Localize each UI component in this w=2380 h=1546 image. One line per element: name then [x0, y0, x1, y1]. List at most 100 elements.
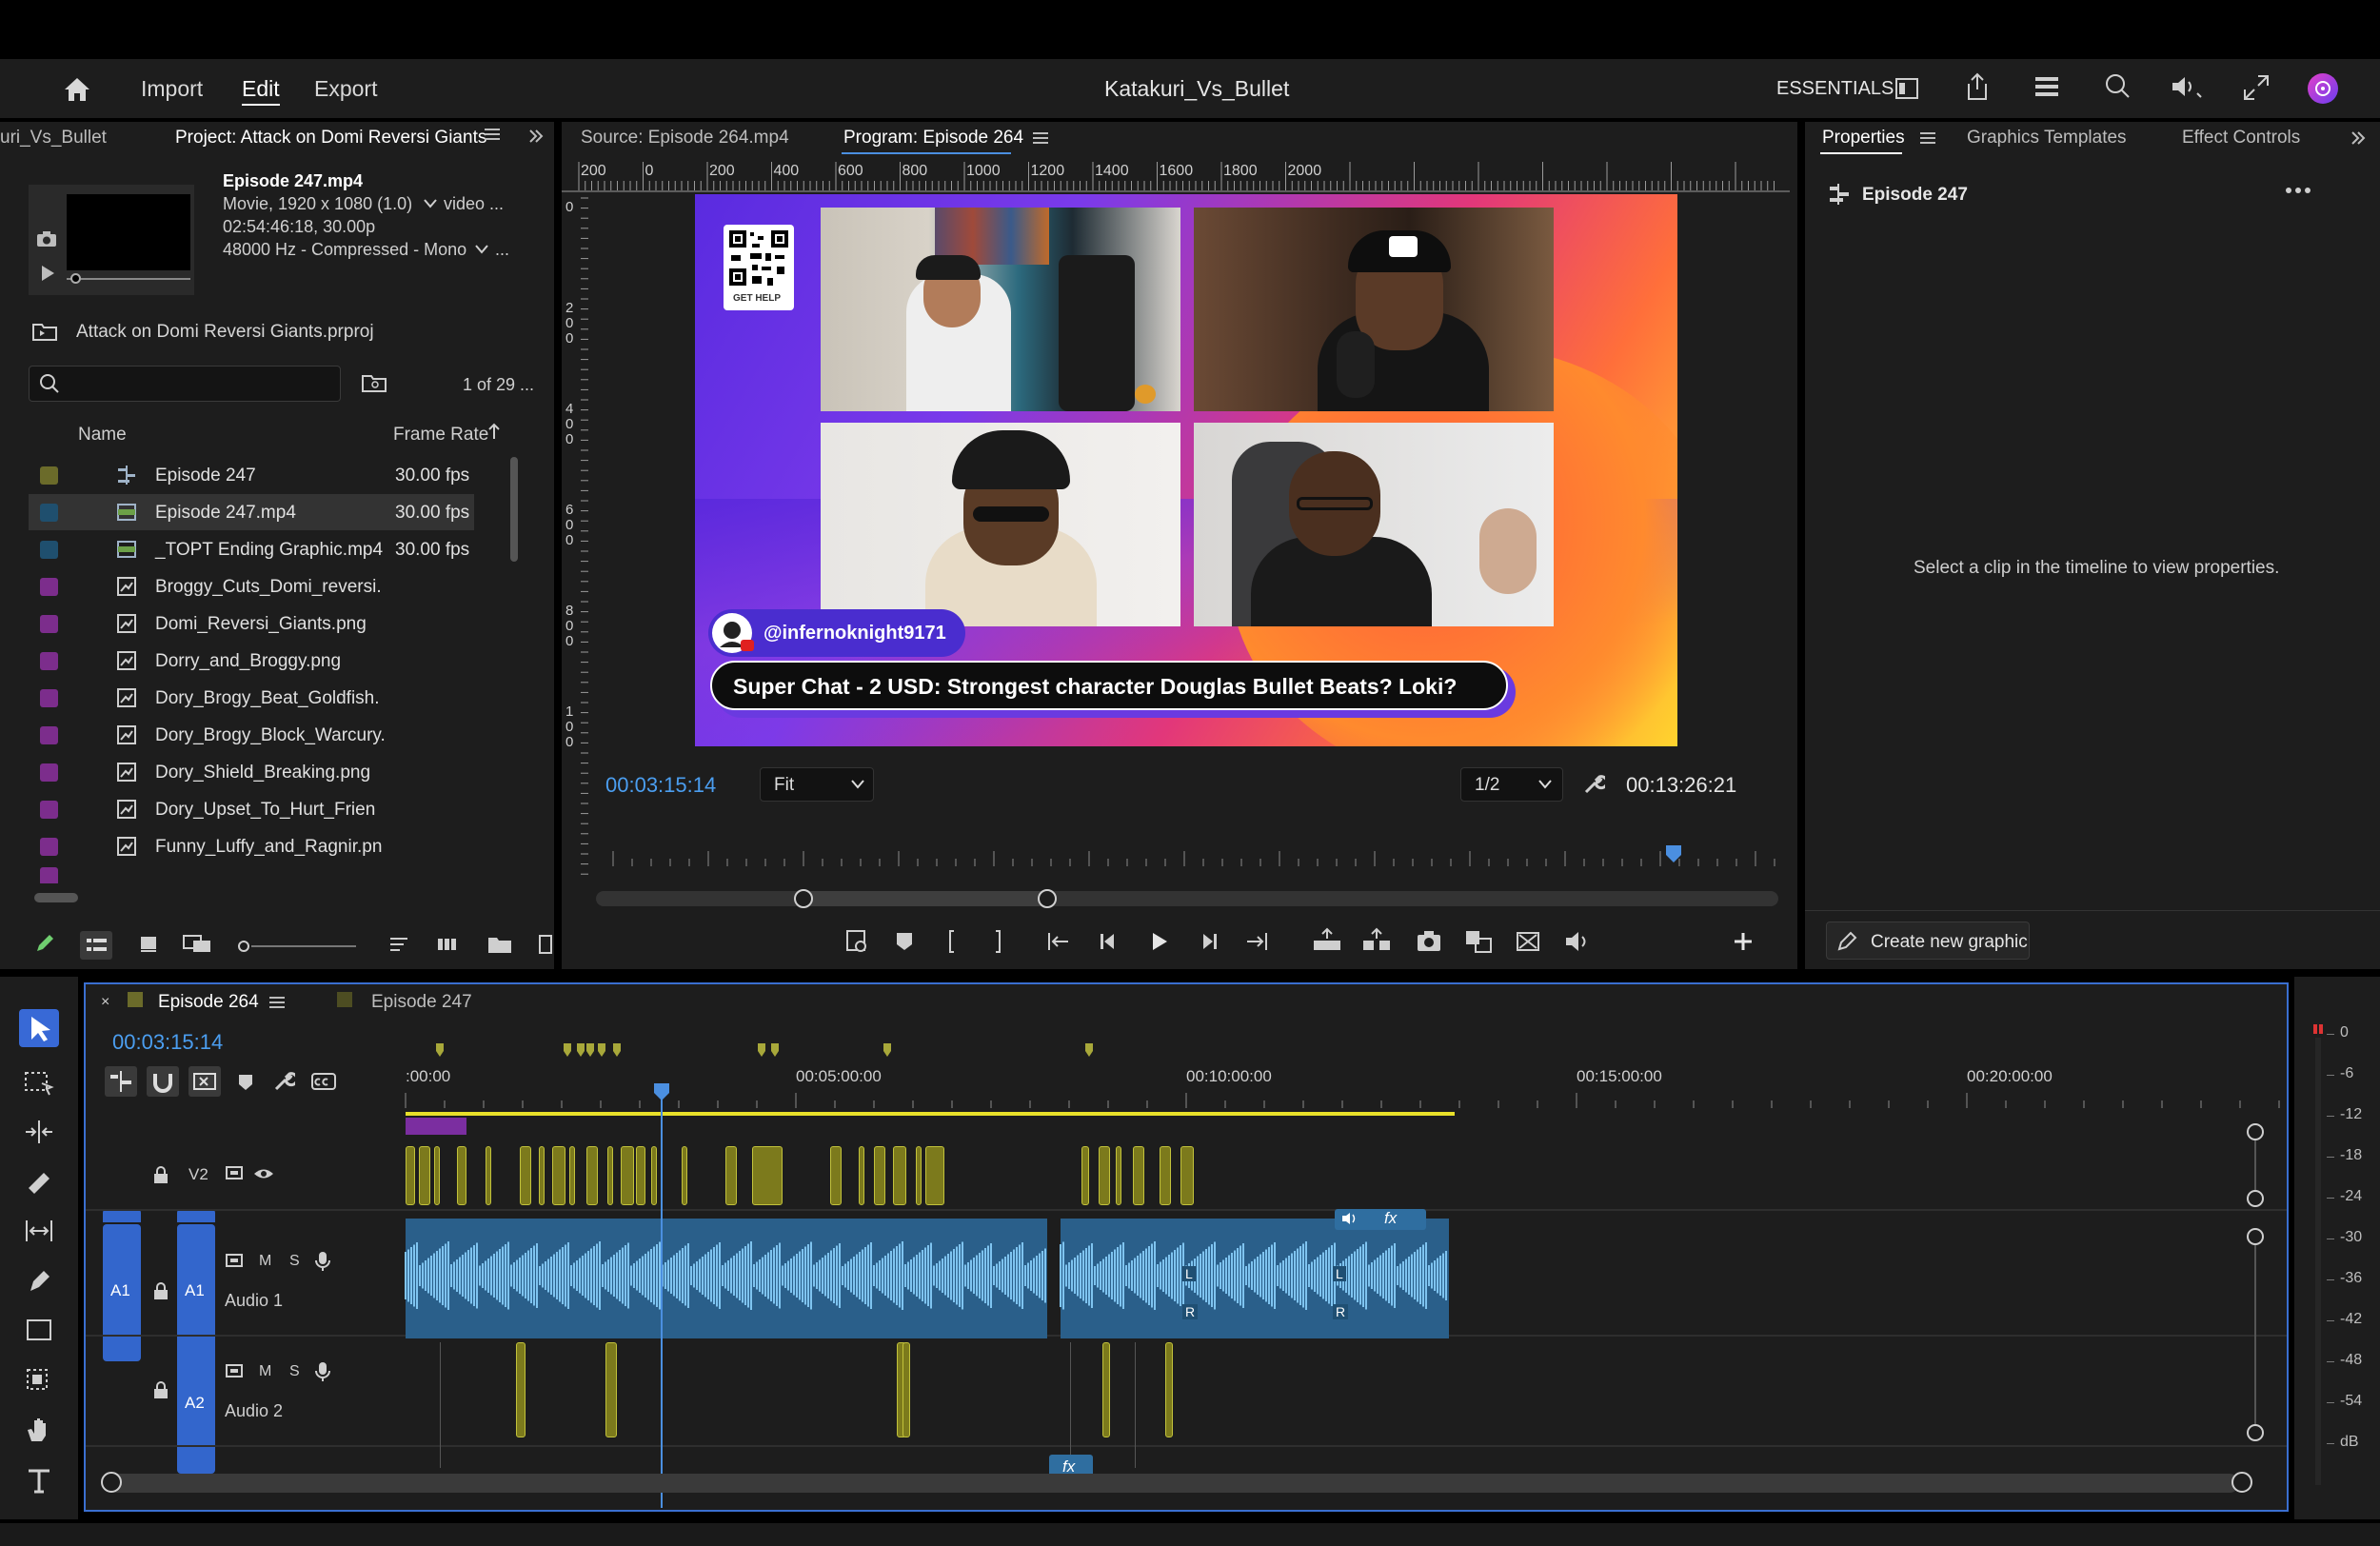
track-select-tool-icon[interactable] — [23, 1068, 55, 1097]
project-item-row[interactable]: Dory_Upset_To_Hurt_Frien — [29, 791, 474, 827]
label-color-swatch[interactable] — [40, 689, 58, 707]
video-clip[interactable] — [486, 1146, 491, 1205]
import-tab[interactable]: Import — [141, 76, 203, 102]
playhead-marker[interactable] — [1666, 845, 1681, 862]
tab-graphics-templates[interactable]: Graphics Templates — [1967, 128, 2127, 149]
automate-to-sequence-icon[interactable] — [436, 935, 461, 954]
project-item-row[interactable]: Episode 247 30.00 fps — [29, 457, 474, 493]
project-item-row[interactable]: _TOPT Ending Graphic.mp4 30.00 fps — [29, 531, 474, 567]
video-clip[interactable] — [569, 1146, 575, 1205]
lift-icon[interactable] — [1312, 927, 1342, 956]
audio-2-clip[interactable] — [1165, 1342, 1173, 1437]
tab-program-monitor[interactable]: Program: Episode 264 — [843, 128, 1023, 149]
search-field[interactable] — [29, 366, 341, 402]
create-new-graphic-button[interactable]: Create new graphic — [1826, 922, 2030, 960]
program-current-timecode[interactable]: 00:03:15:14 — [605, 773, 716, 798]
label-color-swatch[interactable] — [40, 838, 58, 856]
play-icon[interactable] — [40, 265, 55, 282]
panel-menu-icon[interactable] — [1032, 129, 1049, 147]
program-time-ruler[interactable] — [604, 845, 1784, 874]
extract-icon[interactable] — [1361, 927, 1392, 956]
audio-2-clip[interactable] — [902, 1342, 910, 1437]
export-tab[interactable]: Export — [314, 76, 377, 102]
label-color-swatch[interactable] — [40, 763, 58, 782]
marker-icon[interactable] — [893, 927, 916, 956]
a-scroll-handle-bottom[interactable] — [2247, 1424, 2264, 1441]
video-clip[interactable] — [434, 1146, 440, 1205]
comparison-view-icon[interactable] — [1464, 927, 1493, 956]
video-clip[interactable] — [1133, 1146, 1144, 1205]
label-color-swatch[interactable] — [40, 504, 58, 522]
new-bin-icon[interactable] — [487, 935, 512, 954]
add-marker-icon[interactable] — [843, 927, 872, 956]
h-scroll-handle-left[interactable] — [101, 1472, 122, 1493]
video-clip[interactable] — [539, 1146, 545, 1205]
tab-properties[interactable]: Properties — [1822, 128, 1905, 149]
audio-2-clip[interactable] — [605, 1342, 617, 1437]
more-options-icon[interactable] — [2285, 185, 2311, 196]
resolution-select[interactable]: 1/2 — [1460, 767, 1563, 802]
h-scroll-handle-right[interactable] — [2231, 1472, 2252, 1493]
label-color-swatch[interactable] — [40, 578, 58, 596]
video-clip[interactable] — [607, 1146, 613, 1205]
video-clip[interactable] — [1081, 1146, 1089, 1205]
pencil-icon[interactable] — [34, 933, 55, 954]
video-clip[interactable] — [752, 1146, 783, 1205]
audio-2-clip[interactable] — [516, 1342, 526, 1437]
column-header-frame-rate[interactable]: Frame Rate — [393, 425, 488, 446]
video-clip[interactable] — [1099, 1146, 1110, 1205]
zoom-handle-left[interactable] — [794, 889, 813, 908]
timeline-playhead-handle[interactable] — [654, 1083, 669, 1100]
search-icon[interactable] — [2104, 72, 2131, 99]
step-back-icon[interactable] — [1095, 927, 1123, 956]
chevron-down-icon[interactable] — [474, 244, 489, 255]
project-item-row[interactable]: Broggy_Cuts_Domi_reversi. — [29, 568, 474, 605]
rectangle-tool-icon[interactable] — [23, 1316, 55, 1344]
project-item-row[interactable]: Dory_Brogy_Beat_Goldfish. — [29, 680, 474, 716]
wrench-icon[interactable] — [1582, 773, 1605, 796]
video-clip[interactable] — [859, 1146, 864, 1205]
tab-source-monitor[interactable]: Source: Episode 264.mp4 — [581, 128, 789, 149]
edit-tab[interactable]: Edit — [242, 76, 280, 106]
video-clip[interactable] — [586, 1146, 598, 1205]
crop-select-tool-icon[interactable] — [23, 1365, 55, 1394]
zoom-slider[interactable] — [251, 945, 356, 947]
share-icon[interactable] — [1965, 72, 1990, 101]
project-item-row[interactable]: Funny_Luffy_and_Ragnir.pn — [29, 828, 474, 864]
workspace-label[interactable]: ESSENTIALS — [1776, 78, 1894, 100]
audio-fx-badge[interactable]: fx — [1335, 1209, 1426, 1230]
slip-tool-icon[interactable] — [23, 1217, 55, 1245]
program-video-frame[interactable]: GET HELP @infernoknight9171 Super Chat -… — [695, 194, 1677, 746]
chevron-down-icon[interactable] — [423, 198, 438, 209]
video-clip[interactable] — [1180, 1146, 1194, 1205]
label-color-swatch[interactable] — [40, 726, 58, 744]
fullscreen-icon[interactable] — [2243, 74, 2270, 101]
timeline-horizontal-scrollbar[interactable] — [107, 1474, 2239, 1493]
sort-arrow-icon[interactable] — [487, 423, 501, 440]
sort-icon[interactable] — [388, 935, 409, 954]
timeline-playhead-line[interactable] — [661, 1083, 663, 1508]
project-list-scrollbar[interactable] — [510, 457, 518, 562]
home-icon[interactable] — [63, 76, 91, 103]
mark-out-icon[interactable] — [990, 927, 1005, 956]
video-clip[interactable] — [636, 1146, 645, 1205]
video-clip[interactable] — [830, 1146, 842, 1205]
mark-in-icon[interactable] — [944, 927, 960, 956]
v-scroll-handle-top[interactable] — [2247, 1123, 2264, 1140]
a-scroll-handle-top[interactable] — [2247, 1228, 2264, 1245]
tab-effect-controls[interactable]: Effect Controls — [2182, 128, 2300, 149]
volume-icon[interactable] — [1563, 927, 1592, 956]
panel-menu-icon[interactable] — [1919, 129, 1936, 147]
project-item-row[interactable]: Episode 247.mp4 30.00 fps — [29, 494, 474, 530]
new-item-icon[interactable] — [539, 935, 552, 954]
video-clip[interactable] — [874, 1146, 885, 1205]
video-clip[interactable] — [725, 1146, 737, 1205]
video-clip[interactable] — [916, 1146, 922, 1205]
icon-view-icon[interactable] — [139, 935, 158, 954]
search-input[interactable] — [68, 372, 325, 395]
pen-tool-icon[interactable] — [23, 1266, 55, 1295]
label-color-swatch[interactable] — [40, 652, 58, 670]
zoom-select[interactable]: Fit — [760, 767, 874, 802]
zoom-handle-right[interactable] — [1038, 889, 1057, 908]
video-clip[interactable] — [406, 1146, 415, 1205]
